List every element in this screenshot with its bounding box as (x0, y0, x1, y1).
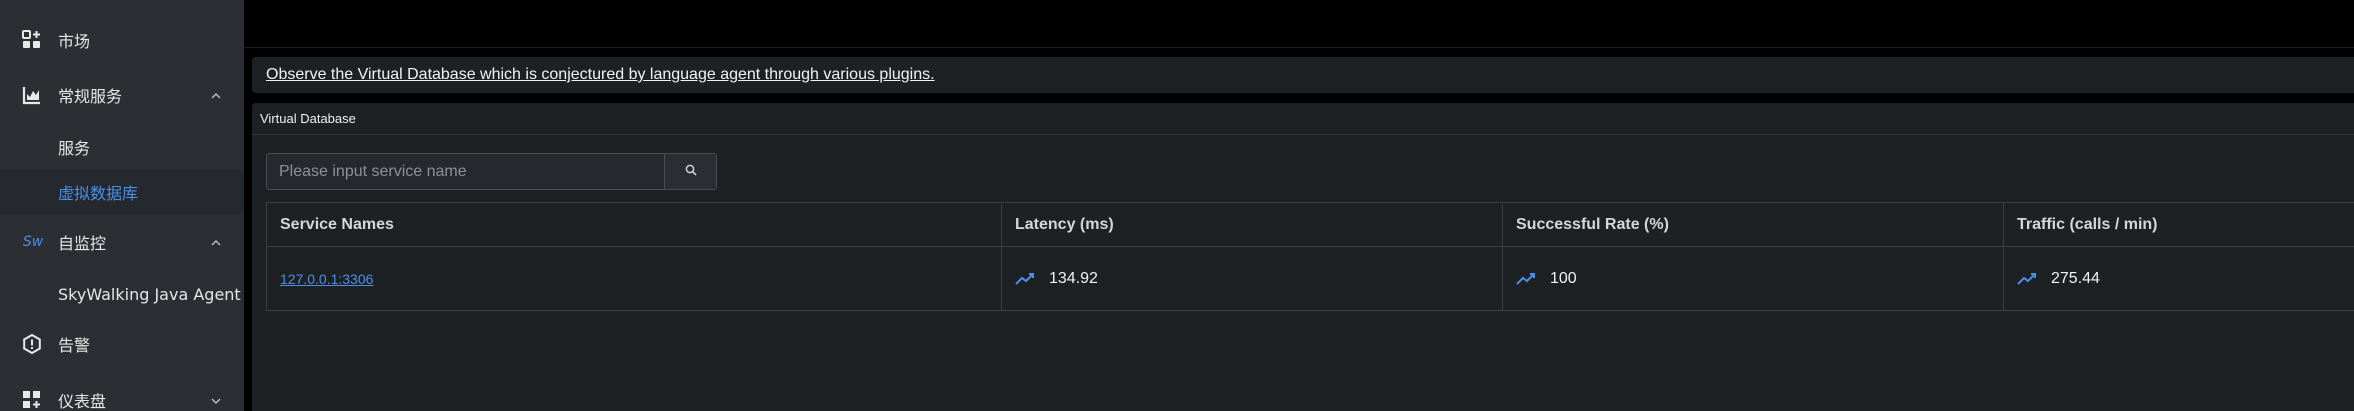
latency-cell: 134.92 (1002, 247, 1503, 310)
sidebar-item-dashboard[interactable]: 仪表盘 (0, 376, 244, 411)
trend-line-icon[interactable] (1516, 272, 1536, 286)
service-link[interactable]: 127.0.0.1:3306 (280, 271, 373, 287)
sidebar-subitem-java-agent[interactable]: SkyWalking Java Agent (0, 272, 244, 316)
sidebar-item-alerting[interactable]: 告警 (0, 320, 244, 368)
service-name-cell: 127.0.0.1:3306 (267, 247, 1002, 310)
alert-icon (22, 334, 42, 354)
column-header-traffic: Traffic (calls / min) (2017, 215, 2158, 233)
sidebar-item-label: SkyWalking Java Agent (58, 284, 241, 304)
description-banner: Observe the Virtual Database which is co… (252, 57, 2354, 93)
chevron-up-icon[interactable] (210, 236, 222, 248)
column-header-success-rate: Successful Rate (%) (1503, 203, 2004, 246)
success-rate-cell: 100 (1503, 247, 2004, 310)
sidebar-item-label: 告警 (58, 336, 91, 355)
description-link[interactable]: Observe the Virtual Database which is co… (266, 66, 935, 84)
search-box (266, 153, 717, 190)
chart-icon (22, 85, 42, 105)
column-header-latency: Latency (ms) (1002, 203, 1503, 246)
sidebar-item-label: 市场 (58, 32, 91, 51)
sidebar-item-self-observability[interactable]: Sw 自监控 (0, 218, 244, 266)
chevron-down-icon[interactable] (210, 394, 222, 406)
virtual-database-panel: Virtual Database Service Names Latency (… (252, 103, 2354, 411)
sidebar-item-label: 常规服务 (58, 87, 123, 106)
sidebar-item-label: 仪表盘 (58, 392, 107, 411)
sidebar-item-general-services[interactable]: 常规服务 (0, 71, 244, 119)
dashboard-icon (22, 390, 42, 410)
search-input[interactable] (267, 154, 664, 189)
sidebar-item-label: 虚拟数据库 (58, 184, 139, 203)
traffic-value: 275.44 (2051, 269, 2100, 287)
search-icon (685, 163, 697, 181)
services-table: Service Names Latency (ms) Successful Ra… (266, 202, 2354, 311)
skywalking-logo-icon: Sw (22, 234, 44, 250)
table-header-row: Service Names Latency (ms) Successful Ra… (267, 203, 2354, 247)
success-rate-value: 100 (1550, 269, 1577, 287)
top-bar (244, 0, 2354, 48)
chevron-up-icon[interactable] (210, 89, 222, 101)
search-button[interactable] (664, 154, 716, 189)
sidebar-item-label: 自监控 (58, 234, 107, 253)
apps-icon (22, 30, 42, 50)
trend-line-icon[interactable] (1015, 272, 1035, 286)
column-header-service-names: Service Names (267, 203, 1002, 246)
sidebar-subitem-virtual-database[interactable]: 虚拟数据库 (0, 170, 244, 214)
panel-title: Virtual Database (252, 103, 2354, 135)
trend-line-icon[interactable] (2017, 272, 2037, 286)
table-row: 127.0.0.1:3306 134.92 100 275.44 (267, 247, 2354, 310)
sidebar-item-label: 服务 (58, 139, 91, 158)
latency-value: 134.92 (1049, 269, 1098, 287)
sidebar-item-market[interactable]: 市场 (0, 16, 244, 64)
sidebar-subitem-services[interactable]: 服务 (0, 125, 244, 169)
sidebar: 市场 常规服务 服务 虚拟数据库 Sw 自监控 SkyWalking Java … (0, 0, 244, 411)
traffic-cell: 275.44 (2004, 247, 2354, 310)
